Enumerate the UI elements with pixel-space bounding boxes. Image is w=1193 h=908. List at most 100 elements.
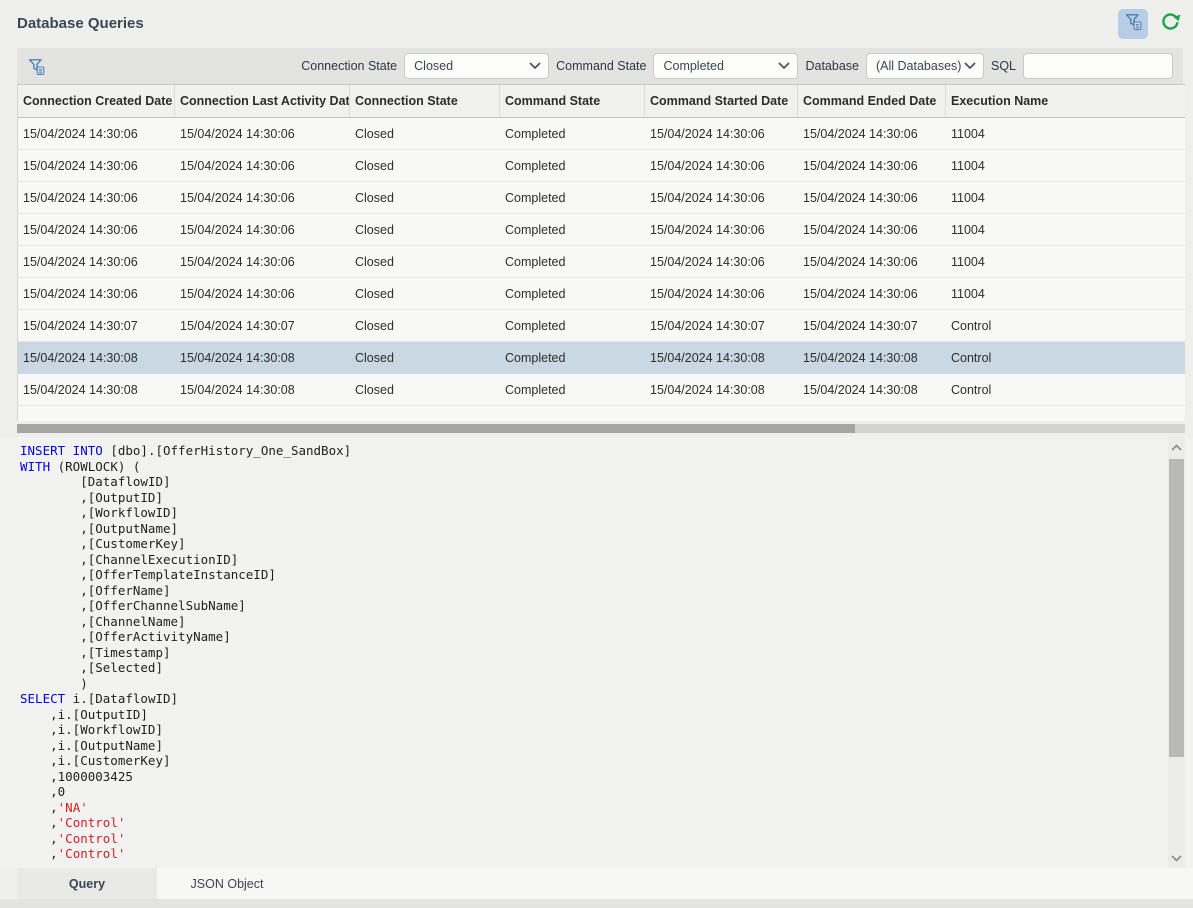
sql-line: [DataflowID] (20, 474, 1163, 490)
table-cell: 11004 (946, 246, 1185, 277)
sql-line: ,[OfferChannelSubName] (20, 598, 1163, 614)
table-header-row: Connection Created DateConnection Last A… (18, 84, 1185, 118)
table-row[interactable]: 15/04/2024 14:30:07 15/04/2024 14:30:07 Cl… (18, 310, 1185, 342)
column-header[interactable]: Execution Name (946, 85, 1185, 117)
tab-json-object[interactable]: JSON Object (157, 868, 297, 899)
database-select[interactable]: (All Databases) (866, 53, 984, 79)
table-cell: Completed (500, 246, 645, 277)
sql-line: ,i.[CustomerKey] (20, 753, 1163, 769)
vertical-scrollbar[interactable] (1168, 437, 1185, 868)
filter-list-icon (27, 57, 46, 76)
table-row[interactable]: 15/04/2024 14:30:0615/04/2024 14:30:06 Cl… (18, 246, 1185, 278)
sql-filter-input[interactable] (1023, 53, 1173, 79)
footer-strip (0, 899, 1193, 908)
sql-line: ,[OfferActivityName] (20, 629, 1163, 645)
connection-state-select[interactable]: Closed (404, 53, 549, 79)
table-cell: 15/04/2024 14:30:06 (175, 182, 350, 213)
table-cell: Control (946, 342, 1185, 373)
vertical-scrollbar-thumb[interactable] (1169, 459, 1184, 757)
column-header[interactable]: Connection Created Date (18, 85, 175, 117)
table-row[interactable]: 15/04/2024 14:30:0615/04/2024 14:30:06Cl… (18, 150, 1185, 182)
sql-line: ,[OutputID] (20, 490, 1163, 506)
title-bar: Database Queries (0, 0, 1193, 48)
table-cell: 15/04/2024 14:30:07 (18, 310, 175, 341)
sql-line: ,[Timestamp] (20, 645, 1163, 661)
table-cell: 15/04/2024 14:30:07 (798, 310, 946, 341)
table-cell: 15/04/2024 14:30:06 (798, 278, 946, 309)
table-body: 15/04/2024 14:30:0615/04/2024 14:30:06Cl… (18, 118, 1185, 406)
column-header[interactable]: Connection State (350, 85, 500, 117)
sql-line: ,[ChannelExecutionID] (20, 552, 1163, 568)
sql-line: ) (20, 676, 1163, 692)
column-header[interactable]: Command Ended Date (798, 85, 946, 117)
command-state-select[interactable]: Completed (653, 53, 798, 79)
table-cell: Closed (350, 374, 500, 405)
chevron-down-icon (529, 59, 541, 73)
refresh-icon (1160, 11, 1181, 37)
table-cell: Closed (350, 150, 500, 181)
table-cell: 15/04/2024 14:30:06 (18, 214, 175, 245)
refresh-button[interactable] (1157, 11, 1183, 37)
scroll-down-arrow-icon[interactable] (1168, 850, 1185, 866)
command-state-label: Command State (556, 59, 646, 73)
database-label: Database (805, 59, 859, 73)
sql-line: ,[CustomerKey] (20, 536, 1163, 552)
command-state-value: Completed (663, 59, 778, 73)
sql-label: SQL (991, 59, 1016, 73)
table-row[interactable]: 15/04/2024 14:30:0615/04/2024 14:30:06Cl… (18, 182, 1185, 214)
table-row[interactable]: 15/04/2024 14:30:0615/04/2024 14:30:06Cl… (18, 278, 1185, 310)
sql-line: ,0 (20, 784, 1163, 800)
table-cell: 15/04/2024 14:30:06 (798, 214, 946, 245)
sql-line: ,[OfferTemplateInstanceID] (20, 567, 1163, 583)
table-row[interactable]: 15/04/2024 14:30:06 15/04/2024 14:30:06 Cl… (18, 118, 1185, 150)
table-cell: 15/04/2024 14:30:08 (645, 342, 798, 373)
bottom-tab-bar: QueryJSON Object (17, 868, 1193, 899)
horizontal-scrollbar-thumb[interactable] (17, 424, 855, 433)
column-header[interactable]: Connection Last Activity Date (175, 85, 350, 117)
chevron-down-icon (778, 59, 790, 73)
table-cell: Completed (500, 278, 645, 309)
column-header[interactable]: Command State (500, 85, 645, 117)
table-cell: Completed (500, 214, 645, 245)
sql-viewer-panel: INSERT INTO [dbo].[OfferHistory_One_Sand… (0, 437, 1193, 868)
table-cell: 15/04/2024 14:30:06 (18, 278, 175, 309)
sql-line: SELECT i.[DataflowID] (20, 691, 1163, 707)
database-queries-window: Database Queries (0, 0, 1193, 908)
title-actions (1118, 9, 1183, 39)
table-cell: Closed (350, 118, 500, 149)
table-cell: 15/04/2024 14:30:06 (798, 246, 946, 277)
table-row[interactable]: 15/04/2024 14:30:0815/04/2024 14:30:08Cl… (18, 374, 1185, 406)
horizontal-scrollbar[interactable] (17, 424, 1185, 433)
queries-table: Connection Created DateConnection Last A… (17, 84, 1185, 421)
table-cell: 15/04/2024 14:30:06 (645, 278, 798, 309)
table-cell: Closed (350, 246, 500, 277)
filter-bar: Connection State Closed Command State Co… (17, 48, 1183, 84)
table-cell: Closed (350, 310, 500, 341)
table-filler (18, 406, 1185, 421)
sql-line: ,1000003425 (20, 769, 1163, 785)
database-value: (All Databases) (876, 59, 964, 73)
sql-code: INSERT INTO [dbo].[OfferHistory_One_Sand… (20, 443, 1163, 862)
table-cell: 15/04/2024 14:30:06 (175, 278, 350, 309)
sql-line: ,'Control' (20, 831, 1163, 847)
sql-line: ,i.[OutputID] (20, 707, 1163, 723)
table-cell: 15/04/2024 14:30:06 (645, 182, 798, 213)
sql-line: WITH (ROWLOCK) ( (20, 459, 1163, 475)
scroll-up-arrow-icon[interactable] (1168, 439, 1185, 455)
table-cell: 11004 (946, 182, 1185, 213)
table-row[interactable]: 15/04/2024 14:30:0615/04/2024 14:30:06Cl… (18, 214, 1185, 246)
table-cell: 15/04/2024 14:30:06 (645, 150, 798, 181)
table-row[interactable]: 15/04/2024 14:30:0815/04/2024 14:30:08Cl… (18, 342, 1185, 374)
table-cell: 15/04/2024 14:30:06 (18, 118, 175, 149)
table-cell: 15/04/2024 14:30:08 (18, 342, 175, 373)
connection-state-value: Closed (414, 59, 529, 73)
tab-query[interactable]: Query (17, 868, 157, 899)
table-cell: 15/04/2024 14:30:06 (645, 246, 798, 277)
column-header[interactable]: Command Started Date (645, 85, 798, 117)
sql-line: ,[ChannelName] (20, 614, 1163, 630)
table-cell: 15/04/2024 14:30:06 (175, 150, 350, 181)
filter-controls: Connection State Closed Command State Co… (301, 53, 1173, 79)
table-cell: 15/04/2024 14:30:06 (798, 118, 946, 149)
table-cell: 15/04/2024 14:30:06 (18, 182, 175, 213)
filter-toggle-button[interactable] (1118, 9, 1148, 39)
